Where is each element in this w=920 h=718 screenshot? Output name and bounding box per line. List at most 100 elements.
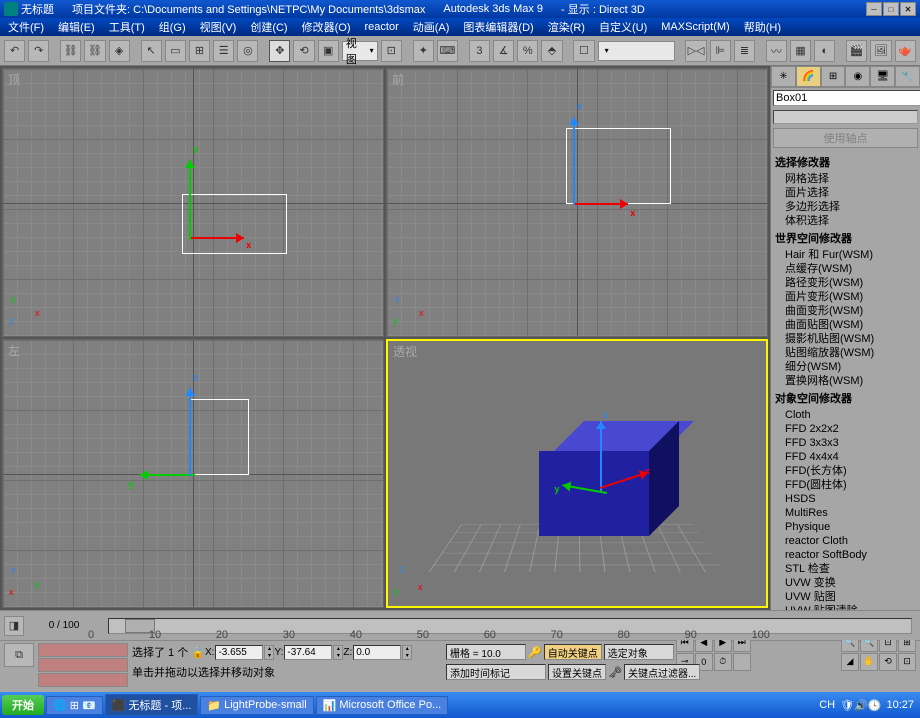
tab-hierarchy[interactable]: ⊞ bbox=[821, 66, 846, 87]
bind-button[interactable]: ◈ bbox=[109, 40, 130, 62]
auto-key-button[interactable]: 自动关键点 bbox=[544, 644, 602, 660]
tab-create[interactable]: ✳ bbox=[771, 66, 796, 87]
modifier-item[interactable]: 贴图缩放器(WSM) bbox=[775, 346, 916, 360]
menu-reactor[interactable]: reactor bbox=[365, 21, 399, 33]
tab-utilities[interactable]: 🔧 bbox=[895, 66, 920, 87]
select-circle-button[interactable]: ◎ bbox=[237, 40, 258, 62]
keyboard-button[interactable]: ⌨ bbox=[437, 40, 458, 62]
menu-graph[interactable]: 图表编辑器(D) bbox=[463, 19, 533, 35]
redo-button[interactable]: ↷ bbox=[28, 40, 49, 62]
minimize-button[interactable]: ─ bbox=[866, 2, 882, 16]
start-button[interactable]: 开始 bbox=[2, 695, 44, 715]
named-sel-button[interactable]: ☐ bbox=[573, 40, 594, 62]
tab-motion[interactable]: ◉ bbox=[845, 66, 870, 87]
task-3dsmax[interactable]: ⬛ 无标题 - 项... bbox=[105, 694, 199, 716]
snap-button[interactable]: 3 bbox=[469, 40, 490, 62]
object-name-input[interactable] bbox=[773, 90, 920, 106]
quick-launch[interactable]: 🌐 ⊞ 📧 bbox=[46, 696, 103, 715]
viewport-front[interactable]: 前 x z x z y bbox=[386, 68, 768, 337]
named-sel-dropdown[interactable] bbox=[598, 41, 675, 61]
lock-icon[interactable]: 🔒 bbox=[191, 646, 205, 659]
schematic-button[interactable]: ▦ bbox=[790, 40, 811, 62]
ref-coord-dropdown[interactable]: 视图 bbox=[342, 41, 378, 61]
modifier-item[interactable]: UVW 贴图 bbox=[775, 590, 916, 604]
modifier-item[interactable]: UVW 变换 bbox=[775, 576, 916, 590]
modifier-item[interactable]: 体积选择 bbox=[775, 214, 916, 228]
menu-file[interactable]: 文件(F) bbox=[8, 19, 44, 35]
modifier-item[interactable]: 网格选择 bbox=[775, 172, 916, 186]
modifier-item[interactable]: 面片选择 bbox=[775, 186, 916, 200]
tab-modify[interactable]: 🌈 bbox=[796, 66, 821, 87]
align-button[interactable]: ⊫ bbox=[710, 40, 731, 62]
modifier-item[interactable]: 点缓存(WSM) bbox=[775, 262, 916, 276]
modifier-item[interactable]: Physique bbox=[775, 520, 916, 534]
modifier-item[interactable]: 细分(WSM) bbox=[775, 360, 916, 374]
set-key-button[interactable]: 设置关键点 bbox=[548, 664, 606, 680]
maximize-button[interactable]: □ bbox=[883, 2, 899, 16]
modifier-item[interactable]: Hair 和 Fur(WSM) bbox=[775, 248, 916, 262]
modifier-item[interactable]: FFD(圆柱体) bbox=[775, 478, 916, 492]
modifier-item[interactable]: 面片变形(WSM) bbox=[775, 290, 916, 304]
menu-edit[interactable]: 编辑(E) bbox=[58, 19, 95, 35]
modifier-item[interactable]: FFD 3x3x3 bbox=[775, 436, 916, 450]
modifier-item[interactable]: STL 检查 bbox=[775, 562, 916, 576]
menu-group[interactable]: 组(G) bbox=[159, 19, 186, 35]
spinner-snap-button[interactable]: ⬘ bbox=[541, 40, 562, 62]
angle-snap-button[interactable]: ∡ bbox=[493, 40, 514, 62]
render-scene-button[interactable]: 🎬 bbox=[846, 40, 867, 62]
modifier-scroll[interactable]: 选择修改器网格选择面片选择多边形选择体积选择世界空间修改器Hair 和 Fur(… bbox=[771, 150, 920, 610]
modifier-item[interactable]: HSDS bbox=[775, 492, 916, 506]
menu-help[interactable]: 帮助(H) bbox=[744, 19, 781, 35]
select-name-button[interactable]: ☰ bbox=[213, 40, 234, 62]
z-spinner[interactable] bbox=[402, 645, 412, 660]
rotate-button[interactable]: ⟲ bbox=[293, 40, 314, 62]
menu-maxscript[interactable]: MAXScript(M) bbox=[661, 21, 729, 33]
slider-button[interactable]: ◨ bbox=[4, 616, 24, 636]
modifier-item[interactable]: 多边形选择 bbox=[775, 200, 916, 214]
close-button[interactable]: ✕ bbox=[900, 2, 916, 16]
track-toggle[interactable]: ⧉ bbox=[4, 643, 34, 667]
select-button[interactable]: ↖ bbox=[141, 40, 162, 62]
modifier-item[interactable]: MultiRes bbox=[775, 506, 916, 520]
key-filters-button[interactable]: 关键点过滤器... bbox=[624, 664, 700, 680]
modifier-item[interactable]: 曲面变形(WSM) bbox=[775, 304, 916, 318]
viewport-left[interactable]: 左 y z y z x bbox=[2, 339, 384, 608]
x-spinner[interactable] bbox=[264, 645, 274, 660]
modifier-item[interactable]: 摄影机贴图(WSM) bbox=[775, 332, 916, 346]
modifier-item[interactable]: 路径变形(WSM) bbox=[775, 276, 916, 290]
unlink-button[interactable]: ⛓ bbox=[84, 40, 105, 62]
key-big-icon[interactable]: 🗝 bbox=[608, 666, 622, 679]
tab-display[interactable]: 🖥 bbox=[870, 66, 895, 87]
modifier-item[interactable]: 置换网格(WSM) bbox=[775, 374, 916, 388]
menu-render[interactable]: 渲染(R) bbox=[548, 19, 585, 35]
mirror-button[interactable]: ▷◁ bbox=[685, 40, 706, 62]
select-manip-button[interactable]: ✦ bbox=[413, 40, 434, 62]
add-time-tag[interactable]: 添加时间标记 bbox=[446, 664, 546, 680]
modifier-item[interactable]: Cloth bbox=[775, 408, 916, 422]
modifier-list-dropdown[interactable] bbox=[773, 110, 918, 124]
modifier-item[interactable]: reactor Cloth bbox=[775, 534, 916, 548]
modifier-item[interactable]: FFD(长方体) bbox=[775, 464, 916, 478]
coord-y[interactable] bbox=[284, 645, 332, 660]
material-button[interactable]: ◐ bbox=[814, 40, 835, 62]
menu-customize[interactable]: 自定义(U) bbox=[599, 19, 647, 35]
percent-snap-button[interactable]: % bbox=[517, 40, 538, 62]
menu-create[interactable]: 创建(C) bbox=[250, 19, 287, 35]
move-button[interactable]: ✥ bbox=[269, 40, 290, 62]
viewport-perspective[interactable]: 透视 z x y z x y bbox=[386, 339, 768, 608]
key-icon[interactable]: 🔑 bbox=[528, 646, 542, 659]
lang-indicator[interactable]: CH bbox=[819, 699, 835, 711]
task-folder[interactable]: 📁 LightProbe-small bbox=[200, 696, 313, 715]
scale-button[interactable]: ▣ bbox=[318, 40, 339, 62]
layers-button[interactable]: ≣ bbox=[734, 40, 755, 62]
menu-views[interactable]: 视图(V) bbox=[200, 19, 237, 35]
link-button[interactable]: ⛓ bbox=[60, 40, 81, 62]
coord-x[interactable] bbox=[215, 645, 263, 660]
modifier-item[interactable]: 曲面贴图(WSM) bbox=[775, 318, 916, 332]
pivot-button[interactable]: ⊡ bbox=[381, 40, 402, 62]
menu-tools[interactable]: 工具(T) bbox=[109, 19, 145, 35]
menu-animation[interactable]: 动画(A) bbox=[413, 19, 450, 35]
coord-z[interactable] bbox=[353, 645, 401, 660]
viewport-top[interactable]: 顶 x y x y z bbox=[2, 68, 384, 337]
modifier-item[interactable]: reactor SoftBody bbox=[775, 548, 916, 562]
